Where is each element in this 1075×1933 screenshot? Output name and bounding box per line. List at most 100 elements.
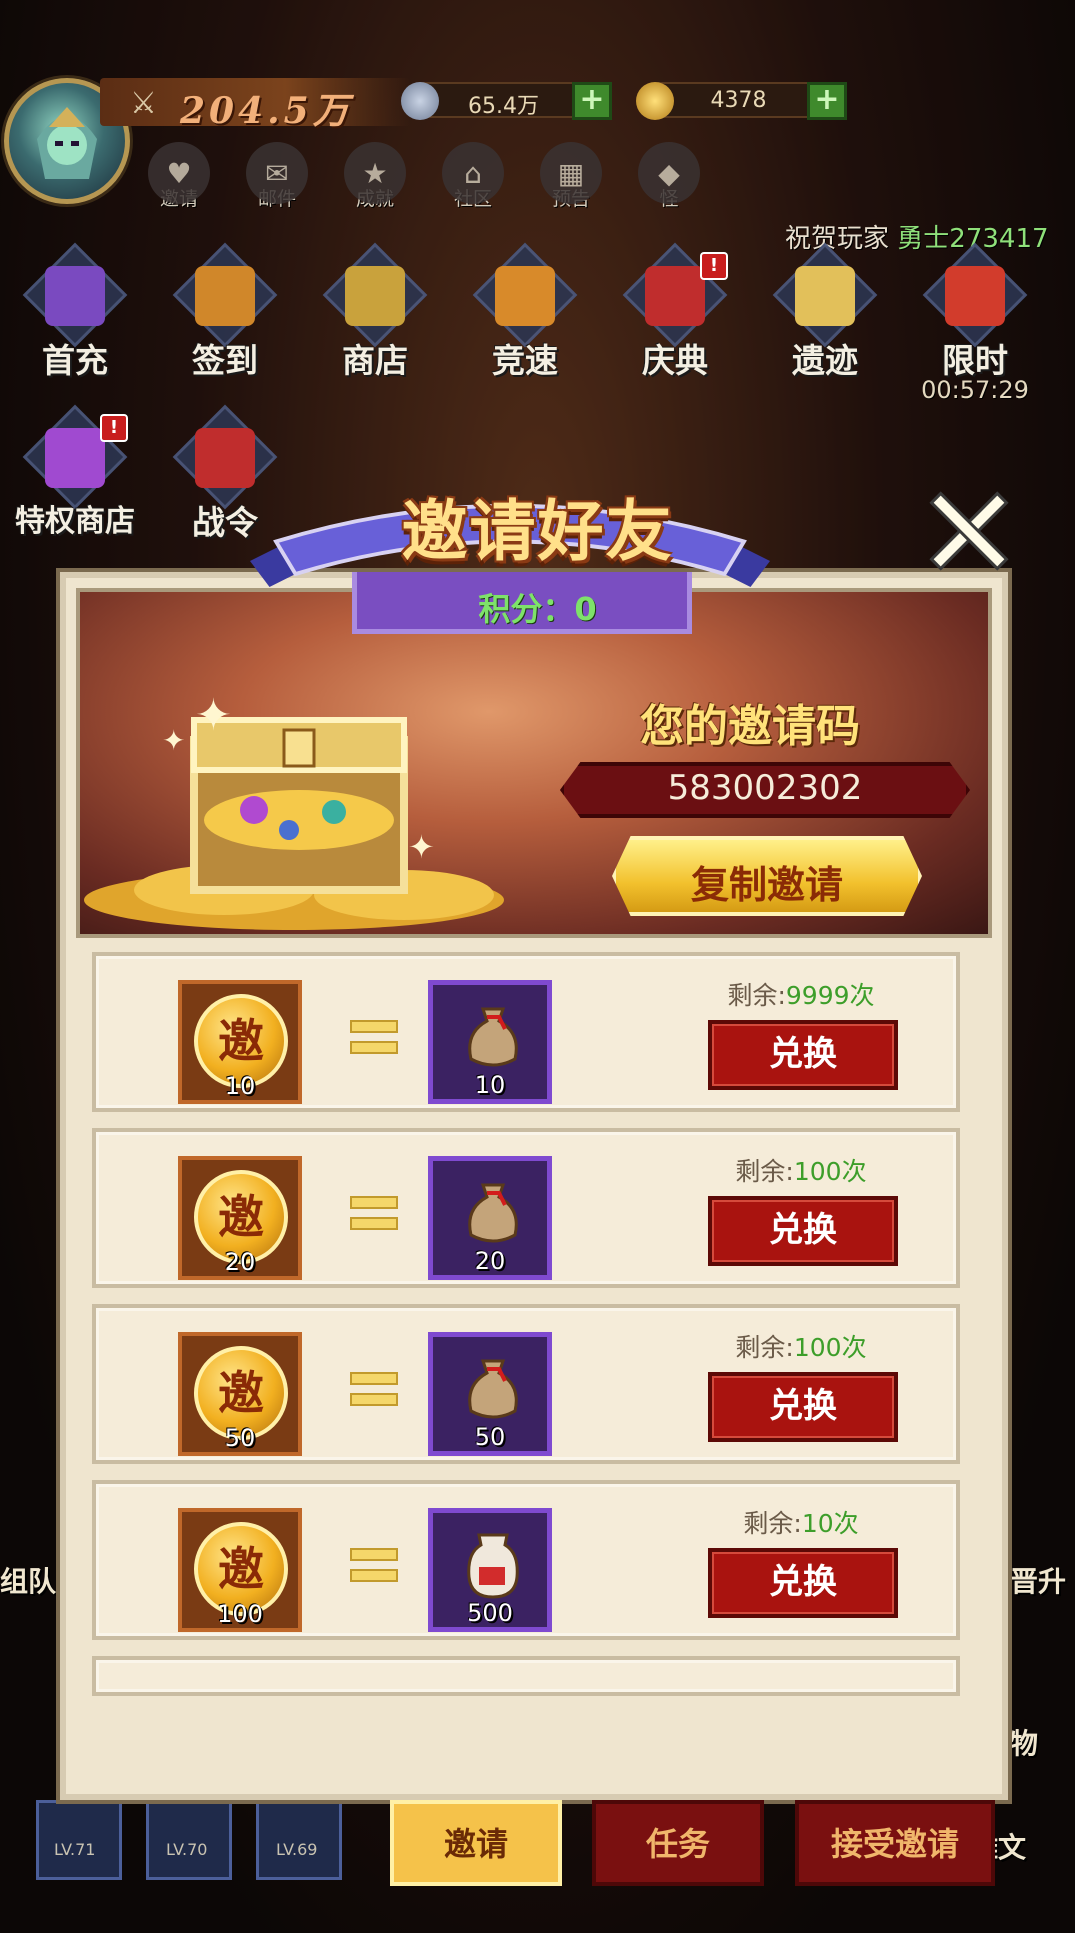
top-icon-preview[interactable]: ▦预告	[532, 142, 610, 222]
top-icon-community[interactable]: ⌂社区	[434, 142, 512, 222]
first-recharge-icon	[45, 266, 105, 326]
menu-relics[interactable]: 遗迹	[750, 242, 900, 380]
equals-icon	[350, 1372, 398, 1410]
exchange-button[interactable]: 兑换	[708, 1548, 898, 1618]
exchange-button[interactable]: 兑换	[708, 1372, 898, 1442]
combat-power-value: 204.5万	[180, 90, 353, 132]
remaining-count: 剩余:100次	[735, 1333, 867, 1362]
menu-label: 限时	[942, 341, 1008, 380]
sack-icon	[468, 1359, 518, 1419]
top-icon-monster[interactable]: ◆怪	[630, 142, 708, 222]
add-gold-button[interactable]: +	[807, 82, 847, 120]
silver-currency: 65.4万 +	[401, 82, 612, 120]
reward-list[interactable]: 邀 10 10 剩余:9999次 兑换 邀 20 20 剩余:100次 兑换 邀 50…	[84, 952, 968, 1712]
add-silver-button[interactable]: +	[572, 82, 612, 120]
reward-bag-icon: 500	[428, 1508, 552, 1632]
reward-bag-icon: 50	[428, 1332, 552, 1456]
remaining-count: 剩余:100次	[735, 1157, 867, 1186]
gold-currency: 4378 +	[636, 82, 847, 120]
sparkle-icon: ✦	[408, 828, 435, 866]
combat-power: ⚔ 204.5万	[100, 78, 410, 132]
gift-icon	[945, 266, 1005, 326]
copy-invite-button[interactable]: 复制邀请	[612, 836, 922, 916]
reward-row: 邀 100 500 剩余:10次 兑换	[89, 1477, 963, 1643]
tab-task[interactable]: 任务	[592, 1800, 764, 1886]
copy-invite-label: 复制邀请	[690, 863, 843, 907]
dialog-tabs: 邀请 任务 接受邀请	[0, 1800, 1075, 1890]
feature-menu-row: 首充 签到 商店 竞速 ! 庆典 遗迹 限时 00:57:29	[0, 242, 1075, 404]
reward-row: 邀 10 10 剩余:9999次 兑换	[89, 952, 963, 1115]
close-icon[interactable]	[930, 492, 1006, 568]
limited-timer: 00:57:29	[921, 376, 1029, 404]
equals-icon	[350, 1548, 398, 1586]
menu-label: 竞速	[492, 341, 558, 380]
invite-code-value: 583002302	[667, 768, 863, 808]
menu-limited[interactable]: 限时 00:57:29	[900, 242, 1050, 404]
race-icon	[495, 266, 555, 326]
gold-amount: 4378	[710, 88, 767, 113]
gold-coin-icon	[636, 82, 674, 120]
reward-count: 50	[474, 1423, 506, 1451]
remaining-count: 剩余:9999次	[727, 981, 875, 1010]
menu-label: 商店	[342, 341, 408, 380]
reward-row-partial	[89, 1653, 963, 1699]
tab-accept-invite[interactable]: 接受邀请	[795, 1800, 995, 1886]
score-label: 积分：0	[478, 590, 597, 628]
reward-row: 邀 50 50 剩余:100次 兑换	[89, 1301, 963, 1467]
top-icon-achievement[interactable]: ★成就	[336, 142, 414, 222]
top-icon-bar: ♥邀请 ✉邮件 ★成就 ⌂社区 ▦预告 ◆怪	[140, 142, 708, 222]
menu-sign-in[interactable]: 签到	[150, 242, 300, 380]
equals-icon	[350, 1196, 398, 1234]
silver-amount: 65.4万	[468, 94, 539, 119]
dialog-title: 邀请好友	[401, 492, 674, 570]
invite-coin-icon: 邀 10	[178, 980, 302, 1104]
reward-bag-icon: 10	[428, 980, 552, 1104]
monster-icon: ◆	[638, 142, 700, 204]
notification-badge: !	[100, 414, 128, 442]
relics-icon	[795, 266, 855, 326]
invite-code-label: 您的邀请码	[640, 701, 860, 752]
menu-label: 签到	[192, 341, 258, 380]
menu-shop[interactable]: 商店	[300, 242, 450, 380]
menu-celebration[interactable]: ! 庆典	[600, 242, 750, 380]
tab-invite[interactable]: 邀请	[390, 1800, 562, 1886]
sack-icon	[468, 1183, 518, 1243]
shop-icon	[345, 266, 405, 326]
coin-cost: 50	[224, 1424, 256, 1452]
invite-coin-icon: 邀 20	[178, 1156, 302, 1280]
top-icon-mail[interactable]: ✉邮件	[238, 142, 316, 222]
treasure-chest-icon	[84, 717, 504, 930]
coin-cost: 20	[224, 1248, 256, 1276]
potion-jar-icon	[467, 1533, 519, 1599]
menu-race[interactable]: 竞速	[450, 242, 600, 380]
menu-first-recharge[interactable]: 首充	[0, 242, 150, 380]
exchange-button[interactable]: 兑换	[708, 1020, 898, 1090]
reward-bag-icon: 20	[428, 1156, 552, 1280]
menu-label: 庆典	[642, 341, 708, 380]
equals-icon	[350, 1020, 398, 1058]
heart-icon: ♥	[148, 142, 210, 204]
notification-badge: !	[700, 252, 728, 280]
trophy-icon: ★	[344, 142, 406, 204]
exchange-button[interactable]: 兑换	[708, 1196, 898, 1266]
reward-count: 10	[474, 1071, 506, 1099]
promote-button[interactable]: 晋升	[1010, 1560, 1066, 1600]
invite-coin-icon: 邀 100	[178, 1508, 302, 1632]
reward-count: 500	[467, 1599, 513, 1627]
coin-cost: 100	[217, 1600, 263, 1628]
remaining-count: 剩余:10次	[743, 1509, 859, 1538]
coin-cost: 10	[224, 1072, 256, 1100]
sign-in-icon	[195, 266, 255, 326]
invite-coin-icon: 邀 50	[178, 1332, 302, 1456]
menu-label: 遗迹	[792, 341, 858, 380]
item-button[interactable]: 物	[1010, 1722, 1038, 1762]
top-icon-invite[interactable]: ♥邀请	[140, 142, 218, 222]
sparkle-icon: ✦	[195, 690, 232, 741]
sack-icon	[468, 1007, 518, 1067]
home-icon: ⌂	[442, 142, 504, 204]
celebration-icon	[645, 266, 705, 326]
team-button[interactable]: 组队	[0, 1560, 56, 1600]
menu-label: 首充	[42, 341, 108, 380]
reward-count: 20	[474, 1247, 506, 1275]
sparkle-icon: ✦	[162, 724, 186, 757]
